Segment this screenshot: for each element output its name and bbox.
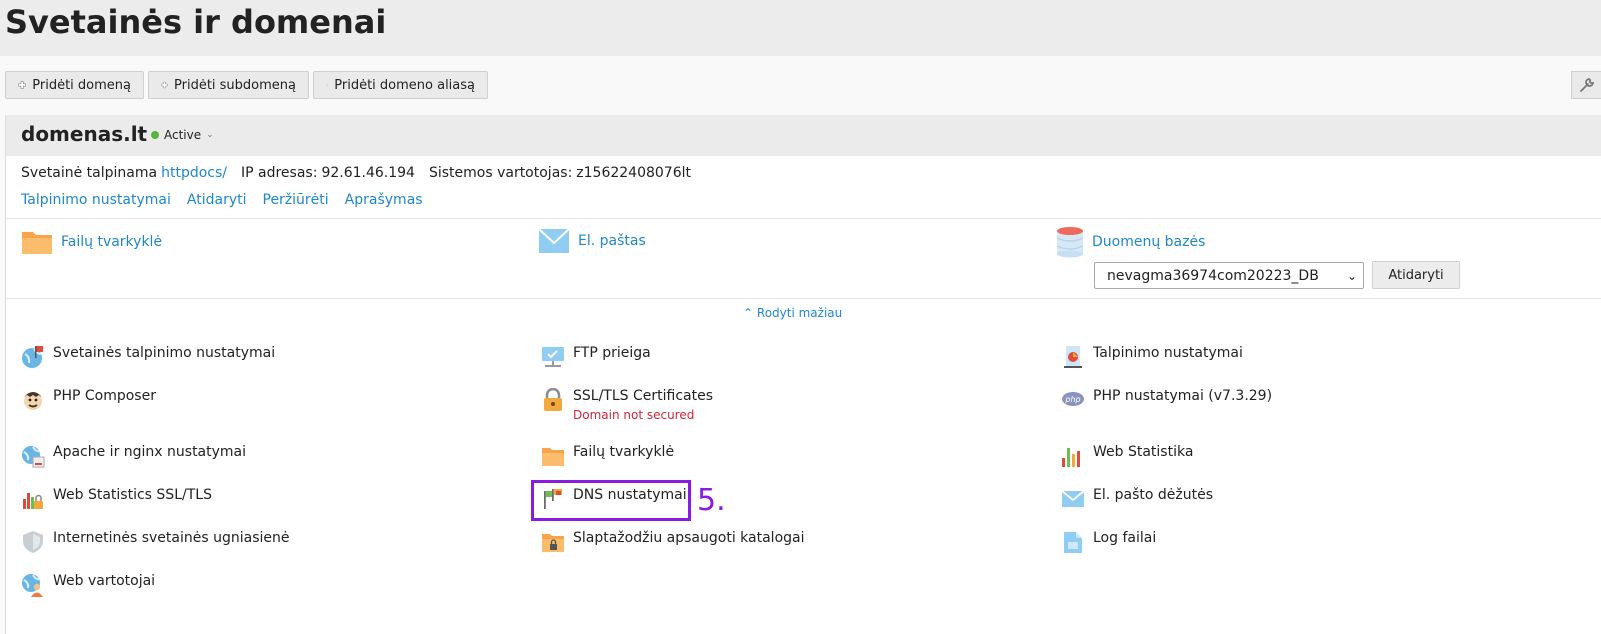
web-stats-ssl-label: Web Statistics SSL/TLS	[53, 487, 212, 503]
mail-tool[interactable]: El. paštas	[538, 228, 646, 254]
preview-link[interactable]: Peržiūrėti	[263, 192, 329, 208]
hosting-parameters-label: Talpinimo nustatymai	[1093, 345, 1243, 361]
ip-value: 92.61.46.194	[321, 165, 415, 181]
firewall-item[interactable]: Internetinės svetainės ugniasienė	[21, 530, 289, 554]
status-label: Active	[164, 128, 202, 142]
domain-card: domenas.lt Active ⌄ Svetainė talpinama ht…	[5, 115, 1601, 634]
firewall-label: Internetinės svetainės ugniasienė	[53, 530, 290, 546]
stats-lock-icon	[23, 493, 43, 509]
web-stats-ssl-item[interactable]: Web Statistics SSL/TLS	[21, 487, 212, 511]
php-composer-label: PHP Composer	[53, 388, 156, 404]
hosted-path-link[interactable]: httpdocs/	[161, 165, 227, 181]
ssl-certificates-label: SSL/TLS Certificates	[573, 388, 713, 404]
database-select-value: nevagma36974com20223_DB	[1107, 267, 1319, 284]
hosting-settings-link[interactable]: Talpinimo nustatymai	[21, 192, 171, 208]
system-user-value: z15622408076lt	[576, 165, 692, 181]
envelope-icon	[538, 228, 570, 253]
web-users-label: Web vartotojai	[53, 573, 156, 589]
add-subdomain-label: Pridėti subdomeną	[174, 77, 296, 93]
status-dot-icon	[151, 131, 159, 139]
mailboxes-label: El. pašto dėžutės	[1093, 487, 1214, 503]
globe-settings-icon	[22, 446, 45, 468]
add-alias-button[interactable]: Pridėti domeno aliasą	[313, 71, 488, 99]
domain-links: Talpinimo nustatymai Atidaryti Peržiūrėti A…	[21, 192, 439, 208]
globe-user-icon	[22, 574, 43, 597]
php-composer-item[interactable]: PHP Composer	[21, 388, 156, 412]
protected-directories-item[interactable]: Slaptažodžiu apsaugoti katalogai	[541, 530, 805, 554]
ssl-status-text: Domain not secured	[573, 408, 695, 422]
protected-directories-label: Slaptažodžiu apsaugoti katalogai	[573, 530, 805, 546]
hosting-settings-item[interactable]: Svetainės talpinimo nustatymai	[21, 345, 275, 369]
globe-flag-icon	[22, 346, 43, 368]
file-manager-item[interactable]: Failų tvarkyklė	[541, 444, 674, 468]
show-less-label: Rodyti mažiau	[756, 306, 843, 320]
envelope-icon	[1061, 490, 1085, 507]
hosted-label: Svetainė talpinama	[21, 165, 158, 181]
ftp-access-label: FTP prieiga	[573, 345, 651, 361]
system-user-label: Sistemos vartotojas:	[428, 165, 573, 181]
wrench-icon	[1579, 78, 1594, 92]
status-dropdown[interactable]: Active ⌄	[151, 128, 214, 142]
apache-nginx-item[interactable]: Apache ir nginx nustatymai	[21, 444, 246, 468]
database-select[interactable]: nevagma36974com20223_DB ⌄	[1094, 262, 1364, 289]
mailboxes-item[interactable]: El. pašto dėžutės	[1061, 487, 1213, 511]
add-domain-button[interactable]: Pridėti domeną	[5, 71, 144, 99]
apache-nginx-label: Apache ir nginx nustatymai	[53, 444, 247, 460]
description-link[interactable]: Aprašymas	[345, 192, 423, 208]
folder-icon	[542, 448, 564, 466]
add-domain-label: Pridėti domeną	[32, 77, 131, 93]
add-subdomain-button[interactable]: Pridėti subdomeną	[148, 71, 309, 99]
tools-button[interactable]	[1571, 71, 1601, 99]
web-users-item[interactable]: Web vartotojai	[21, 573, 155, 597]
divider	[6, 218, 1601, 219]
shield-icon	[23, 531, 43, 553]
open-database-button[interactable]: Atidaryti	[1372, 261, 1460, 289]
plus-icon	[18, 81, 26, 89]
domain-name: domenas.lt	[21, 122, 148, 146]
file-manager-label: Failų tvarkyklė	[573, 444, 675, 460]
database-icon	[1056, 227, 1084, 258]
php-settings-item[interactable]: php PHP nustatymai (v7.3.29)	[1061, 388, 1272, 412]
file-manager-link[interactable]: Failų tvarkyklė	[61, 234, 162, 250]
ip-label: IP adresas:	[241, 165, 318, 181]
php-settings-label: PHP nustatymai (v7.3.29)	[1093, 388, 1273, 404]
add-alias-label: Pridėti domeno aliasą	[334, 77, 475, 93]
chevron-down-icon: ⌄	[206, 130, 214, 140]
ssl-certificates-item[interactable]: SSL/TLS Certificates Domain not secured	[541, 388, 713, 422]
web-statistics-label: Web Statistika	[1093, 444, 1194, 460]
ftp-icon	[542, 347, 564, 367]
file-manager-tool[interactable]: Failų tvarkyklė	[21, 228, 162, 256]
domain-info: Svetainė talpinama httpdocs/IP adresas: 92…	[21, 165, 691, 181]
composer-icon	[24, 392, 42, 410]
log-files-item[interactable]: Log failai	[1061, 530, 1156, 554]
padlock-icon	[544, 388, 562, 411]
open-link[interactable]: Atidaryti	[187, 192, 247, 208]
server-chart-icon	[1064, 346, 1082, 368]
hosting-parameters-item[interactable]: Talpinimo nustatymai	[1061, 345, 1243, 369]
ftp-access-item[interactable]: FTP prieiga	[541, 345, 651, 369]
bar-chart-icon	[1062, 448, 1080, 467]
log-files-label: Log failai	[1093, 530, 1157, 546]
step-number: 5.	[697, 483, 726, 518]
php-icon: php	[1062, 392, 1084, 406]
hosting-settings-label: Svetainės talpinimo nustatymai	[53, 345, 276, 361]
plus-icon	[326, 83, 329, 87]
divider	[6, 298, 1601, 299]
document-icon	[1064, 532, 1082, 553]
web-statistics-item[interactable]: Web Statistika	[1061, 444, 1193, 468]
svg-text:php: php	[1064, 395, 1080, 404]
mail-link[interactable]: El. paštas	[578, 233, 646, 249]
step-highlight-box	[531, 480, 691, 521]
show-less-toggle[interactable]: ⌃ Rodyti mažiau	[743, 306, 842, 320]
page-title: Svetainės ir domenai	[5, 3, 387, 41]
chevron-down-icon: ⌄	[1346, 268, 1358, 283]
domain-card-header: domenas.lt Active ⌄	[6, 115, 1601, 156]
folder-icon	[22, 232, 52, 254]
databases-link[interactable]: Duomenų bazės	[1092, 234, 1205, 250]
databases-tool[interactable]: Duomenų bazės	[1056, 226, 1205, 258]
plus-icon	[161, 81, 168, 89]
locked-folder-icon	[542, 534, 564, 552]
chevron-up-icon: ⌃	[743, 306, 754, 320]
